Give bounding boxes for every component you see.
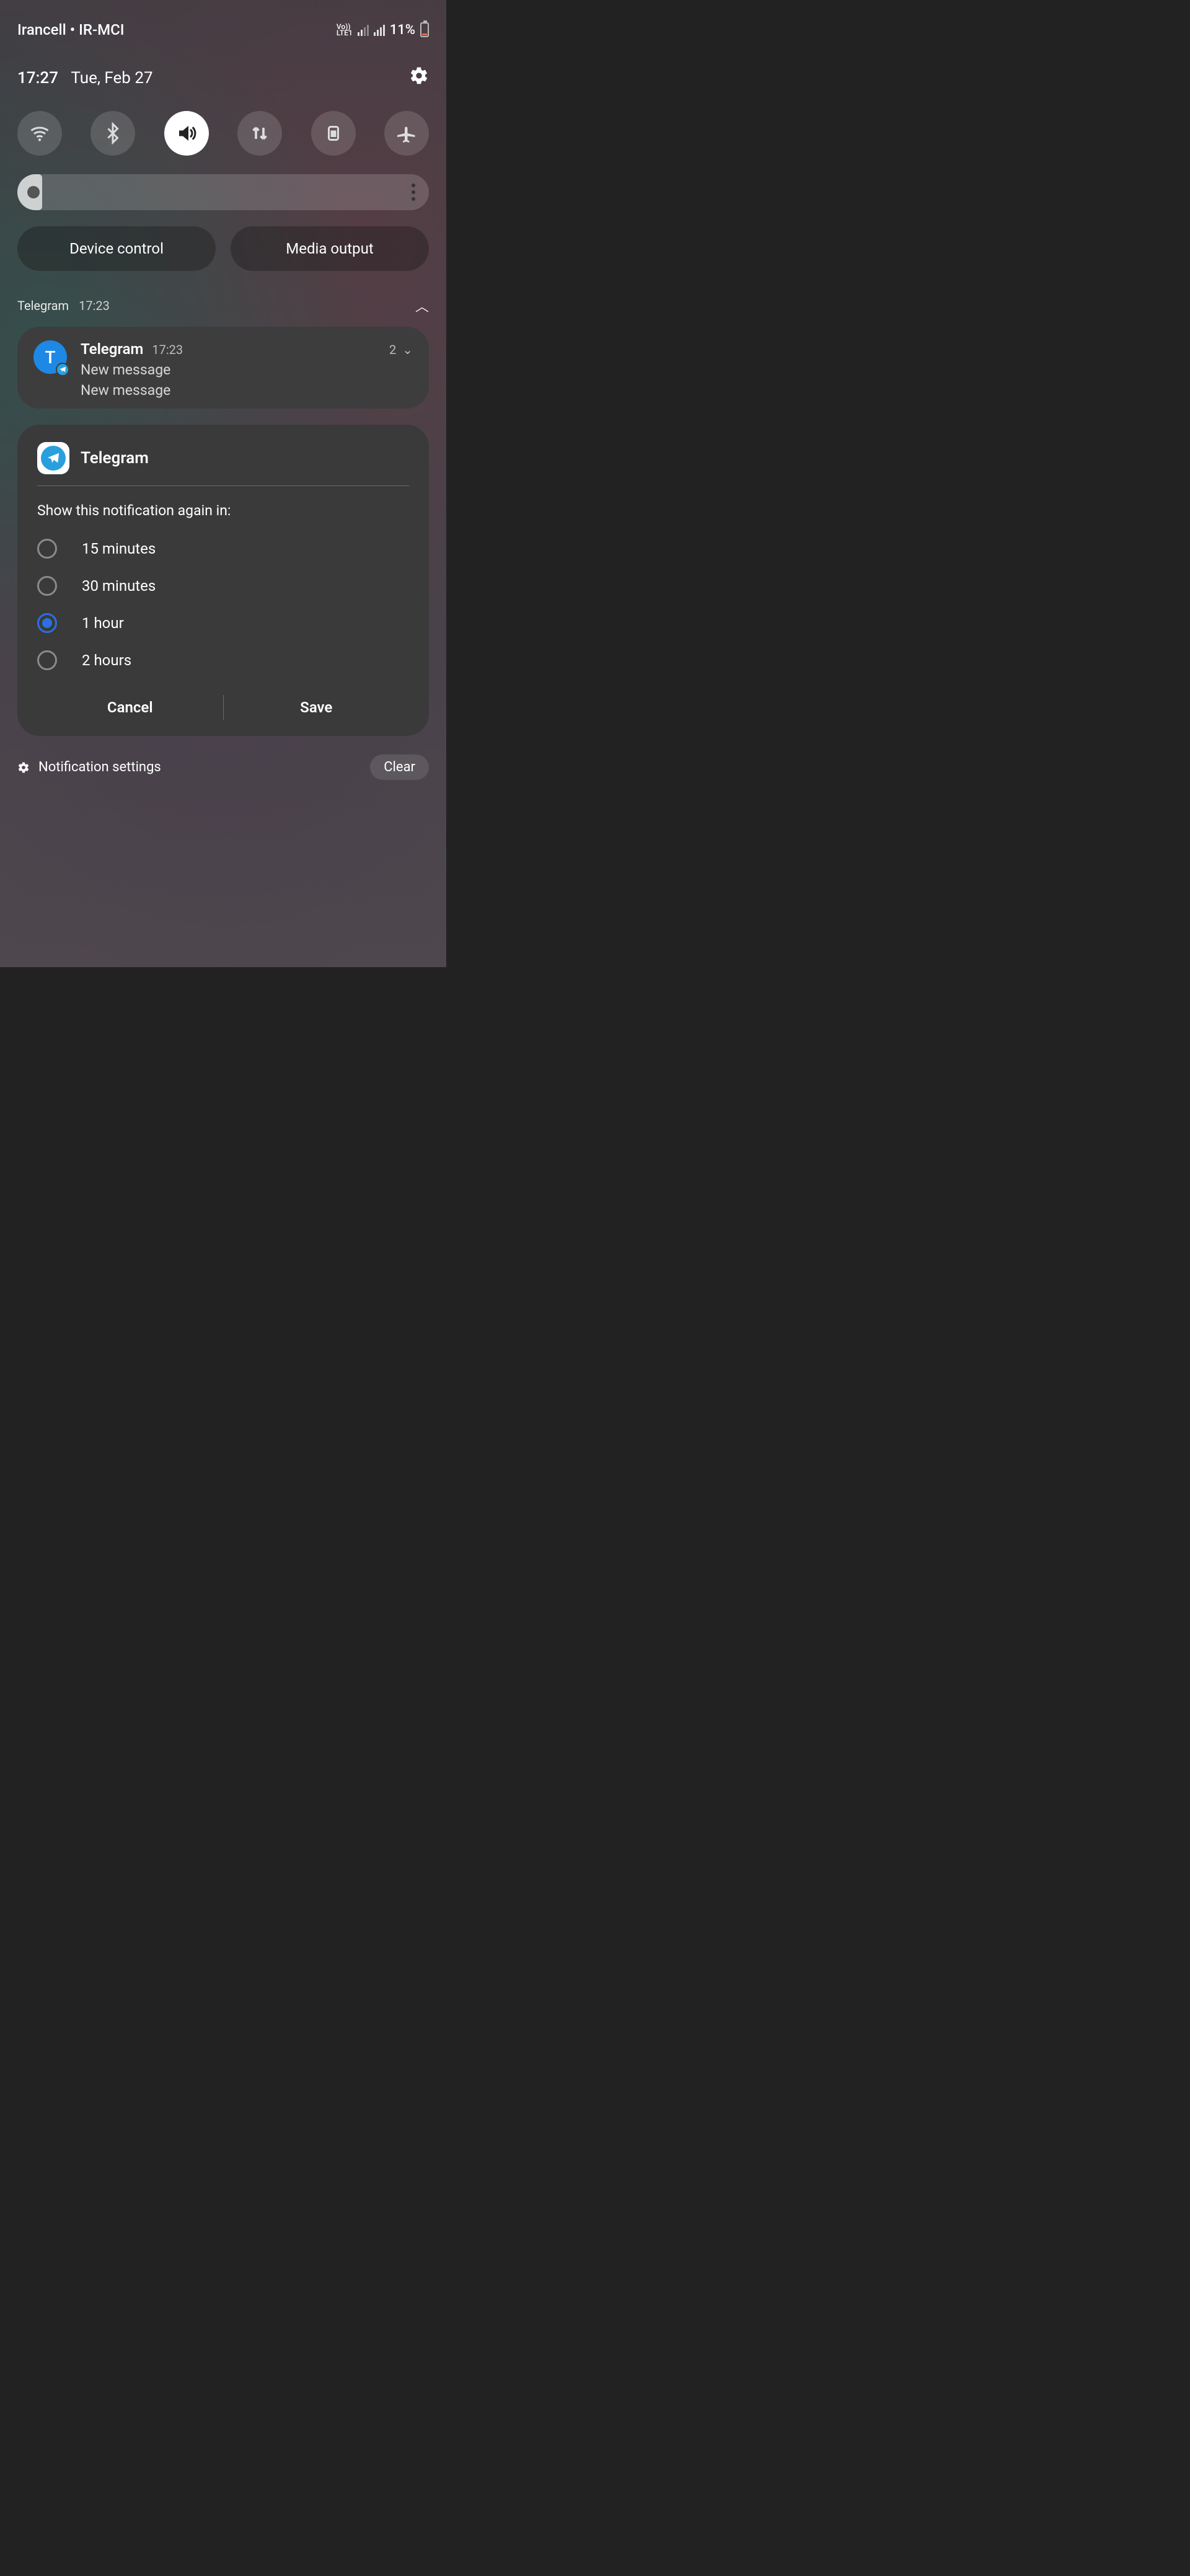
snooze-option-2hours[interactable]: 2 hours <box>37 642 409 679</box>
battery-percent: 11% <box>390 22 415 38</box>
gear-icon <box>409 66 429 86</box>
status-bar: Irancell • IR-MCI Vo)) LTE1 11% <box>17 0 429 38</box>
chevron-down-icon[interactable]: ⌄ <box>402 342 413 357</box>
telegram-app-icon <box>37 442 69 474</box>
snooze-option-15min[interactable]: 15 minutes <box>37 530 409 567</box>
notification-avatar: T <box>33 340 67 374</box>
device-control-button[interactable]: Device control <box>17 226 216 271</box>
snooze-option-1hour[interactable]: 1 hour <box>37 604 409 642</box>
qs-rotation-lock-toggle[interactable] <box>311 111 356 156</box>
gear-icon <box>17 761 30 774</box>
qs-wifi-toggle[interactable] <box>17 111 62 156</box>
sound-icon <box>175 122 198 144</box>
qs-sound-toggle[interactable] <box>164 111 209 156</box>
data-arrows-icon <box>249 122 271 144</box>
rotation-lock-icon <box>322 122 345 144</box>
notification-count: 2 <box>389 342 396 357</box>
notification-card[interactable]: T Telegram 17:23 2 ⌄ <box>17 327 429 409</box>
notification-message-1: New message <box>81 361 413 378</box>
clock-time: 17:27 <box>17 69 58 87</box>
carrier-label: Irancell • IR-MCI <box>17 21 125 38</box>
group-time: 17:23 <box>79 298 110 313</box>
snooze-save-button[interactable]: Save <box>224 690 410 725</box>
clear-notifications-button[interactable]: Clear <box>370 755 429 780</box>
notification-group-header[interactable]: Telegram 17:23 ︿ <box>17 296 429 316</box>
brightness-menu-button[interactable] <box>412 184 415 201</box>
snooze-app-name: Telegram <box>81 449 149 467</box>
radio-selected-icon <box>37 613 57 633</box>
telegram-badge-icon <box>56 363 69 376</box>
signal-2-icon <box>374 24 385 36</box>
clock-date: Tue, Feb 27 <box>71 69 152 87</box>
signal-1-icon <box>358 24 369 36</box>
wifi-icon <box>29 122 51 144</box>
battery-icon <box>420 22 429 37</box>
bluetooth-icon <box>102 122 124 144</box>
notification-title: Telegram <box>81 340 143 358</box>
radio-icon <box>37 539 57 559</box>
brightness-slider[interactable] <box>17 174 429 210</box>
radio-icon <box>37 576 57 596</box>
radio-icon <box>37 650 57 670</box>
quick-settings-row <box>17 111 429 156</box>
notification-settings-button[interactable]: Notification settings <box>17 759 161 775</box>
snooze-option-30min[interactable]: 30 minutes <box>37 567 409 604</box>
notification-time: 17:23 <box>152 342 183 357</box>
airplane-icon <box>395 122 418 144</box>
notification-message-2: New message <box>81 382 413 399</box>
snooze-cancel-button[interactable]: Cancel <box>37 690 223 725</box>
network-type-icon: Vo)) LTE1 <box>337 24 353 36</box>
qs-mobile-data-toggle[interactable] <box>237 111 282 156</box>
time-date-row: 17:27 Tue, Feb 27 <box>17 66 429 90</box>
settings-button[interactable] <box>409 66 429 90</box>
brightness-icon <box>29 187 38 197</box>
media-output-button[interactable]: Media output <box>231 226 429 271</box>
group-app-name: Telegram <box>17 298 69 313</box>
snooze-panel: Telegram Show this notification again in… <box>17 425 429 736</box>
qs-airplane-toggle[interactable] <box>384 111 429 156</box>
qs-bluetooth-toggle[interactable] <box>90 111 135 156</box>
snooze-prompt: Show this notification again in: <box>37 502 409 519</box>
chevron-up-icon: ︿ <box>415 296 429 316</box>
